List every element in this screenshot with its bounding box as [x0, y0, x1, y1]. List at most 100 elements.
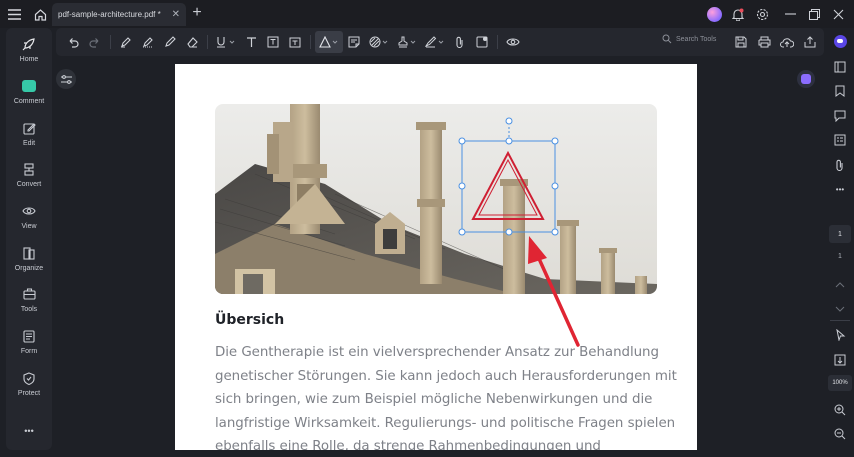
new-tab-button[interactable]: +	[188, 4, 206, 22]
hamburger-menu-icon[interactable]	[1, 1, 27, 27]
page-up-icon[interactable]	[831, 276, 849, 294]
area-fill-icon[interactable]	[365, 31, 393, 53]
body-paragraph: Die Gentherapie ist ein vielversprechend…	[215, 341, 677, 450]
annotation-toolbar: Search Tools	[56, 28, 824, 56]
minimize-icon[interactable]	[778, 2, 802, 26]
thumbnails-icon[interactable]	[831, 131, 849, 149]
properties-sliders-icon[interactable]	[56, 69, 76, 89]
sidebar-item-tools[interactable]: Tools	[6, 282, 52, 322]
toolbar-separator	[497, 35, 498, 49]
fit-page-icon[interactable]	[831, 351, 849, 369]
toolbox-icon	[21, 286, 37, 302]
form-icon	[21, 328, 37, 344]
text-box-icon[interactable]	[262, 31, 284, 53]
text-tool-icon[interactable]	[240, 31, 262, 53]
rocket-icon	[21, 36, 37, 52]
paragraph-line: Die Gentherapie ist ein vielversprechend…	[215, 345, 659, 360]
close-tab-icon[interactable]: ✕	[172, 9, 180, 20]
comments-panel-icon[interactable]	[831, 107, 849, 125]
sidebar-label-comment: Comment	[13, 98, 45, 105]
sidebar-item-protect[interactable]: Protect	[6, 366, 52, 406]
sidebar-label-tools: Tools	[20, 306, 38, 313]
attachment-icon[interactable]	[449, 31, 471, 53]
ai-assistant-icon[interactable]	[831, 32, 849, 50]
add-comment-icon[interactable]	[471, 31, 493, 53]
avatar[interactable]	[702, 2, 726, 26]
settings-gear-icon[interactable]	[750, 2, 774, 26]
undo-icon[interactable]	[62, 31, 84, 53]
zoom-out-icon[interactable]	[831, 425, 849, 443]
more-dots-icon: •••	[24, 426, 34, 436]
sidebar-item-comment[interactable]: Comment	[6, 74, 52, 114]
print-icon[interactable]	[753, 31, 775, 53]
sidebar-item-organize[interactable]: Organize	[6, 241, 52, 281]
total-pages-label: 1	[838, 253, 842, 260]
organize-icon	[21, 245, 37, 261]
left-sidebar: Home Comment Edit Convert View Organize …	[6, 28, 52, 450]
zoom-level-field[interactable]: 100%	[828, 375, 852, 391]
toolbar-separator	[310, 35, 311, 49]
sidebar-label-convert: Convert	[16, 181, 42, 188]
page-down-icon[interactable]	[831, 300, 849, 318]
sidebar-item-edit[interactable]: Edit	[6, 116, 52, 156]
shield-icon	[21, 370, 37, 386]
redo-icon[interactable]	[84, 31, 106, 53]
search-tools-field[interactable]: Search Tools	[662, 34, 716, 44]
attachments-panel-icon[interactable]	[831, 156, 849, 174]
tab-title: pdf-sample-architecture.pdf *	[58, 10, 161, 19]
signature-icon[interactable]	[421, 31, 449, 53]
pdf-page: Übersich Die Gentherapie ist ein vielver…	[175, 64, 697, 450]
shape-triangle-icon[interactable]	[315, 31, 343, 53]
close-window-icon[interactable]	[826, 2, 850, 26]
bookmark-icon[interactable]	[831, 82, 849, 100]
document-tab[interactable]: pdf-sample-architecture.pdf * ✕	[52, 3, 186, 26]
sidebar-item-view[interactable]: View	[6, 199, 52, 239]
paragraph-line: ebenfalls eine Rolle, da strenge Rahmenb…	[215, 439, 601, 450]
show-hide-icon[interactable]	[502, 31, 524, 53]
sidebar-item-home[interactable]: Home	[6, 32, 52, 72]
sidebar-more-button[interactable]: •••	[6, 426, 52, 440]
underline-icon[interactable]	[212, 31, 240, 53]
right-sidebar: ••• 1 1 100%	[826, 28, 854, 457]
sidebar-label-edit: Edit	[22, 140, 36, 147]
sidebar-item-convert[interactable]: Convert	[6, 157, 52, 197]
app-window: pdf-sample-architecture.pdf * ✕ + Home C…	[0, 0, 854, 457]
more-options-icon[interactable]: •••	[831, 180, 849, 198]
home-icon[interactable]	[27, 1, 53, 27]
current-page-field[interactable]: 1	[829, 225, 851, 243]
sidebar-panel-icon[interactable]	[831, 58, 849, 76]
rightbar-separator	[830, 320, 850, 321]
section-heading: Übersich	[215, 312, 285, 328]
restore-icon[interactable]	[802, 2, 826, 26]
sidebar-label-home: Home	[19, 56, 39, 63]
search-icon	[662, 34, 672, 44]
select-cursor-icon[interactable]	[831, 326, 849, 344]
sidebar-item-form[interactable]: Form	[6, 324, 52, 364]
paragraph-line: langfristige Wirksamkeit. Regulierungs- …	[215, 415, 676, 431]
sidebar-label-organize: Organize	[14, 265, 44, 272]
toolbar-separator	[110, 35, 111, 49]
stamp-icon[interactable]	[393, 31, 421, 53]
convert-icon	[21, 161, 37, 177]
cloud-upload-icon[interactable]	[776, 31, 798, 53]
sidebar-label-view: View	[21, 223, 37, 230]
area-highlight-icon[interactable]	[137, 31, 159, 53]
share-icon[interactable]	[799, 31, 821, 53]
pencil-icon[interactable]	[159, 31, 181, 53]
architecture-photo	[215, 104, 657, 294]
sidebar-label-protect: Protect	[17, 390, 41, 397]
zoom-in-icon[interactable]	[831, 401, 849, 419]
eye-icon	[21, 203, 37, 219]
search-tools-placeholder: Search Tools	[676, 35, 717, 43]
ai-floating-icon[interactable]	[797, 70, 815, 88]
edit-icon	[21, 120, 37, 136]
highlighter-icon[interactable]	[115, 31, 137, 53]
save-icon[interactable]	[730, 31, 752, 53]
toolbar-separator	[207, 35, 208, 49]
sticky-note-icon[interactable]	[343, 31, 365, 53]
callout-icon[interactable]	[284, 31, 306, 53]
comment-icon	[21, 78, 37, 94]
eraser-icon[interactable]	[181, 31, 203, 53]
paragraph-line: sich bringen, wie zum Beispiel mögliche …	[215, 392, 653, 408]
bell-icon[interactable]	[726, 2, 750, 26]
